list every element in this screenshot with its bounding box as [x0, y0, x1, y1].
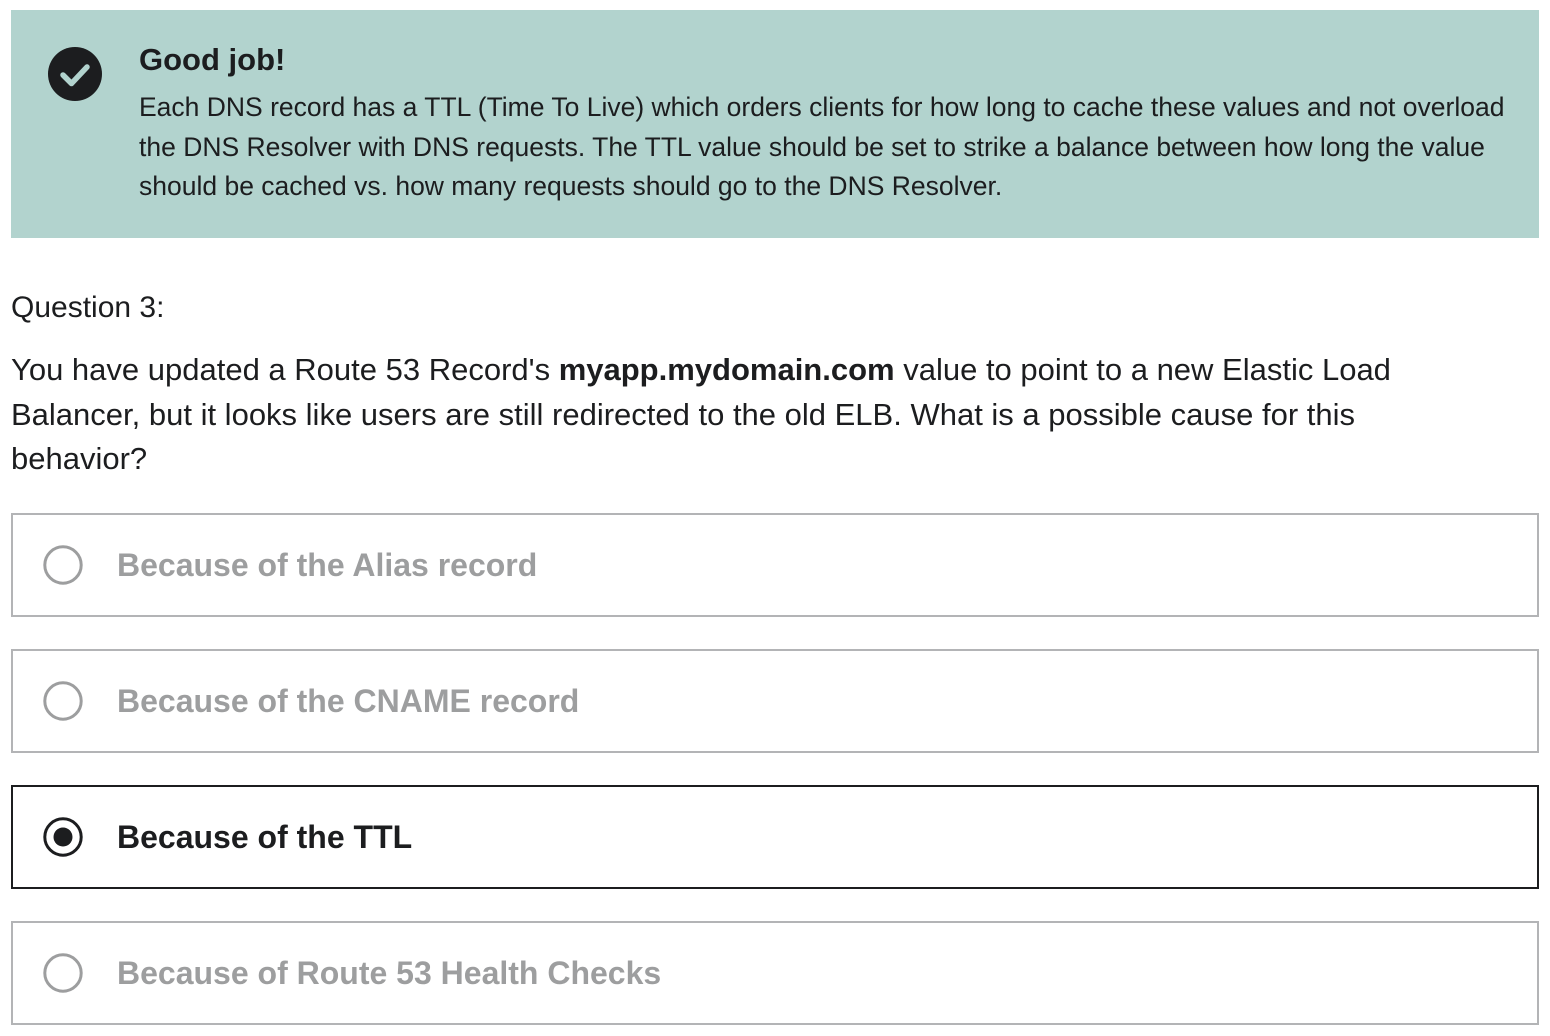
- radio-unchecked-icon[interactable]: [43, 545, 83, 585]
- question-number: Question 3:: [11, 291, 165, 324]
- answer-option-label: Because of the TTL: [117, 819, 413, 855]
- question-text-before: You have updated a Route 53 Record's: [11, 352, 559, 387]
- check-circle-icon: [48, 47, 102, 101]
- answer-option-cname-record[interactable]: Because of the CNAME record: [11, 649, 1539, 753]
- radio-checked-icon[interactable]: [43, 817, 83, 857]
- answer-option-label: Because of the CNAME record: [117, 683, 580, 719]
- radio-unchecked-icon[interactable]: [43, 953, 83, 993]
- answer-option-alias-record[interactable]: Because of the Alias record: [11, 513, 1539, 617]
- feedback-explanation: Each DNS record has a TTL (Time To Live)…: [139, 92, 1505, 201]
- feedback-banner: Good job! Each DNS record has a TTL (Tim…: [11, 10, 1539, 238]
- answer-option-ttl[interactable]: Because of the TTL: [11, 785, 1539, 889]
- radio-unchecked-icon[interactable]: [43, 681, 83, 721]
- question-text: You have updated a Route 53 Record's mya…: [11, 348, 1491, 482]
- answer-option-health-checks[interactable]: Because of Route 53 Health Checks: [11, 921, 1539, 1025]
- feedback-title: Good job!: [139, 42, 286, 77]
- answer-option-label: Because of the Alias record: [117, 547, 538, 583]
- quiz-page: Good job! Each DNS record has a TTL (Tim…: [0, 0, 1550, 1036]
- question-domain: myapp.mydomain.com: [558, 352, 895, 387]
- answer-option-label: Because of Route 53 Health Checks: [117, 955, 662, 991]
